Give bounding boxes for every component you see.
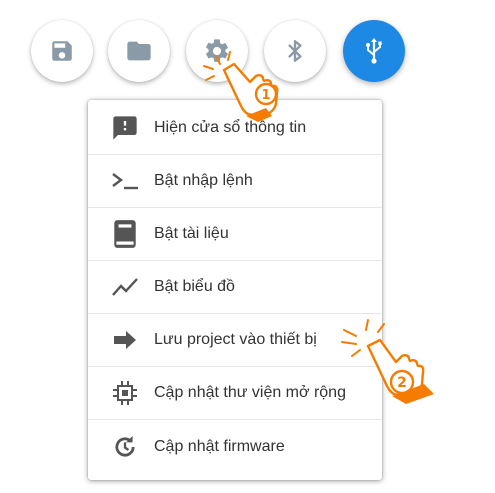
open-folder-button[interactable] <box>108 20 170 82</box>
usb-connect-button[interactable] <box>343 20 405 82</box>
menu-item-label: Bật nhập lệnh <box>154 172 253 189</box>
step-number: 2 <box>397 375 407 391</box>
message-alert-icon <box>110 113 140 143</box>
arrow-right-icon <box>110 325 140 355</box>
step-number: 1 <box>261 88 270 103</box>
chip-icon <box>110 378 140 408</box>
settings-dropdown-menu: Hiện cửa sổ thông tin Bật nhập lệnh Bật … <box>88 100 382 480</box>
chart-line-icon <box>110 272 140 302</box>
pointing-hand-icon: 2 <box>341 319 434 404</box>
folder-icon <box>127 41 151 61</box>
terminal-icon <box>110 166 140 196</box>
pointing-hand-icon: 1 <box>203 51 279 122</box>
menu-item-label: Cập nhật firmware <box>154 437 285 455</box>
usb-icon <box>366 38 382 64</box>
menu-item-enable-chart[interactable]: Bật biểu đồ <box>88 261 382 314</box>
menu-item-label: Cập nhật thư viện mở rộng <box>154 384 346 401</box>
menu-item-enable-terminal[interactable]: Bật nhập lệnh <box>88 155 382 208</box>
annotation-step-1: 1 <box>200 50 296 135</box>
update-icon <box>110 432 140 462</box>
annotation-step-2: 2 <box>338 318 448 419</box>
menu-item-label: Lưu project vào thiết bị <box>154 331 317 348</box>
menu-item-label: Bật tài liệu <box>154 225 229 242</box>
save-icon <box>52 41 72 61</box>
book-icon <box>110 219 140 249</box>
menu-item-enable-documents[interactable]: Bật tài liệu <box>88 208 382 261</box>
menu-item-update-firmware[interactable]: Cập nhật firmware <box>88 420 382 473</box>
save-button[interactable] <box>31 20 93 82</box>
menu-item-label: Bật biểu đồ <box>154 278 235 295</box>
